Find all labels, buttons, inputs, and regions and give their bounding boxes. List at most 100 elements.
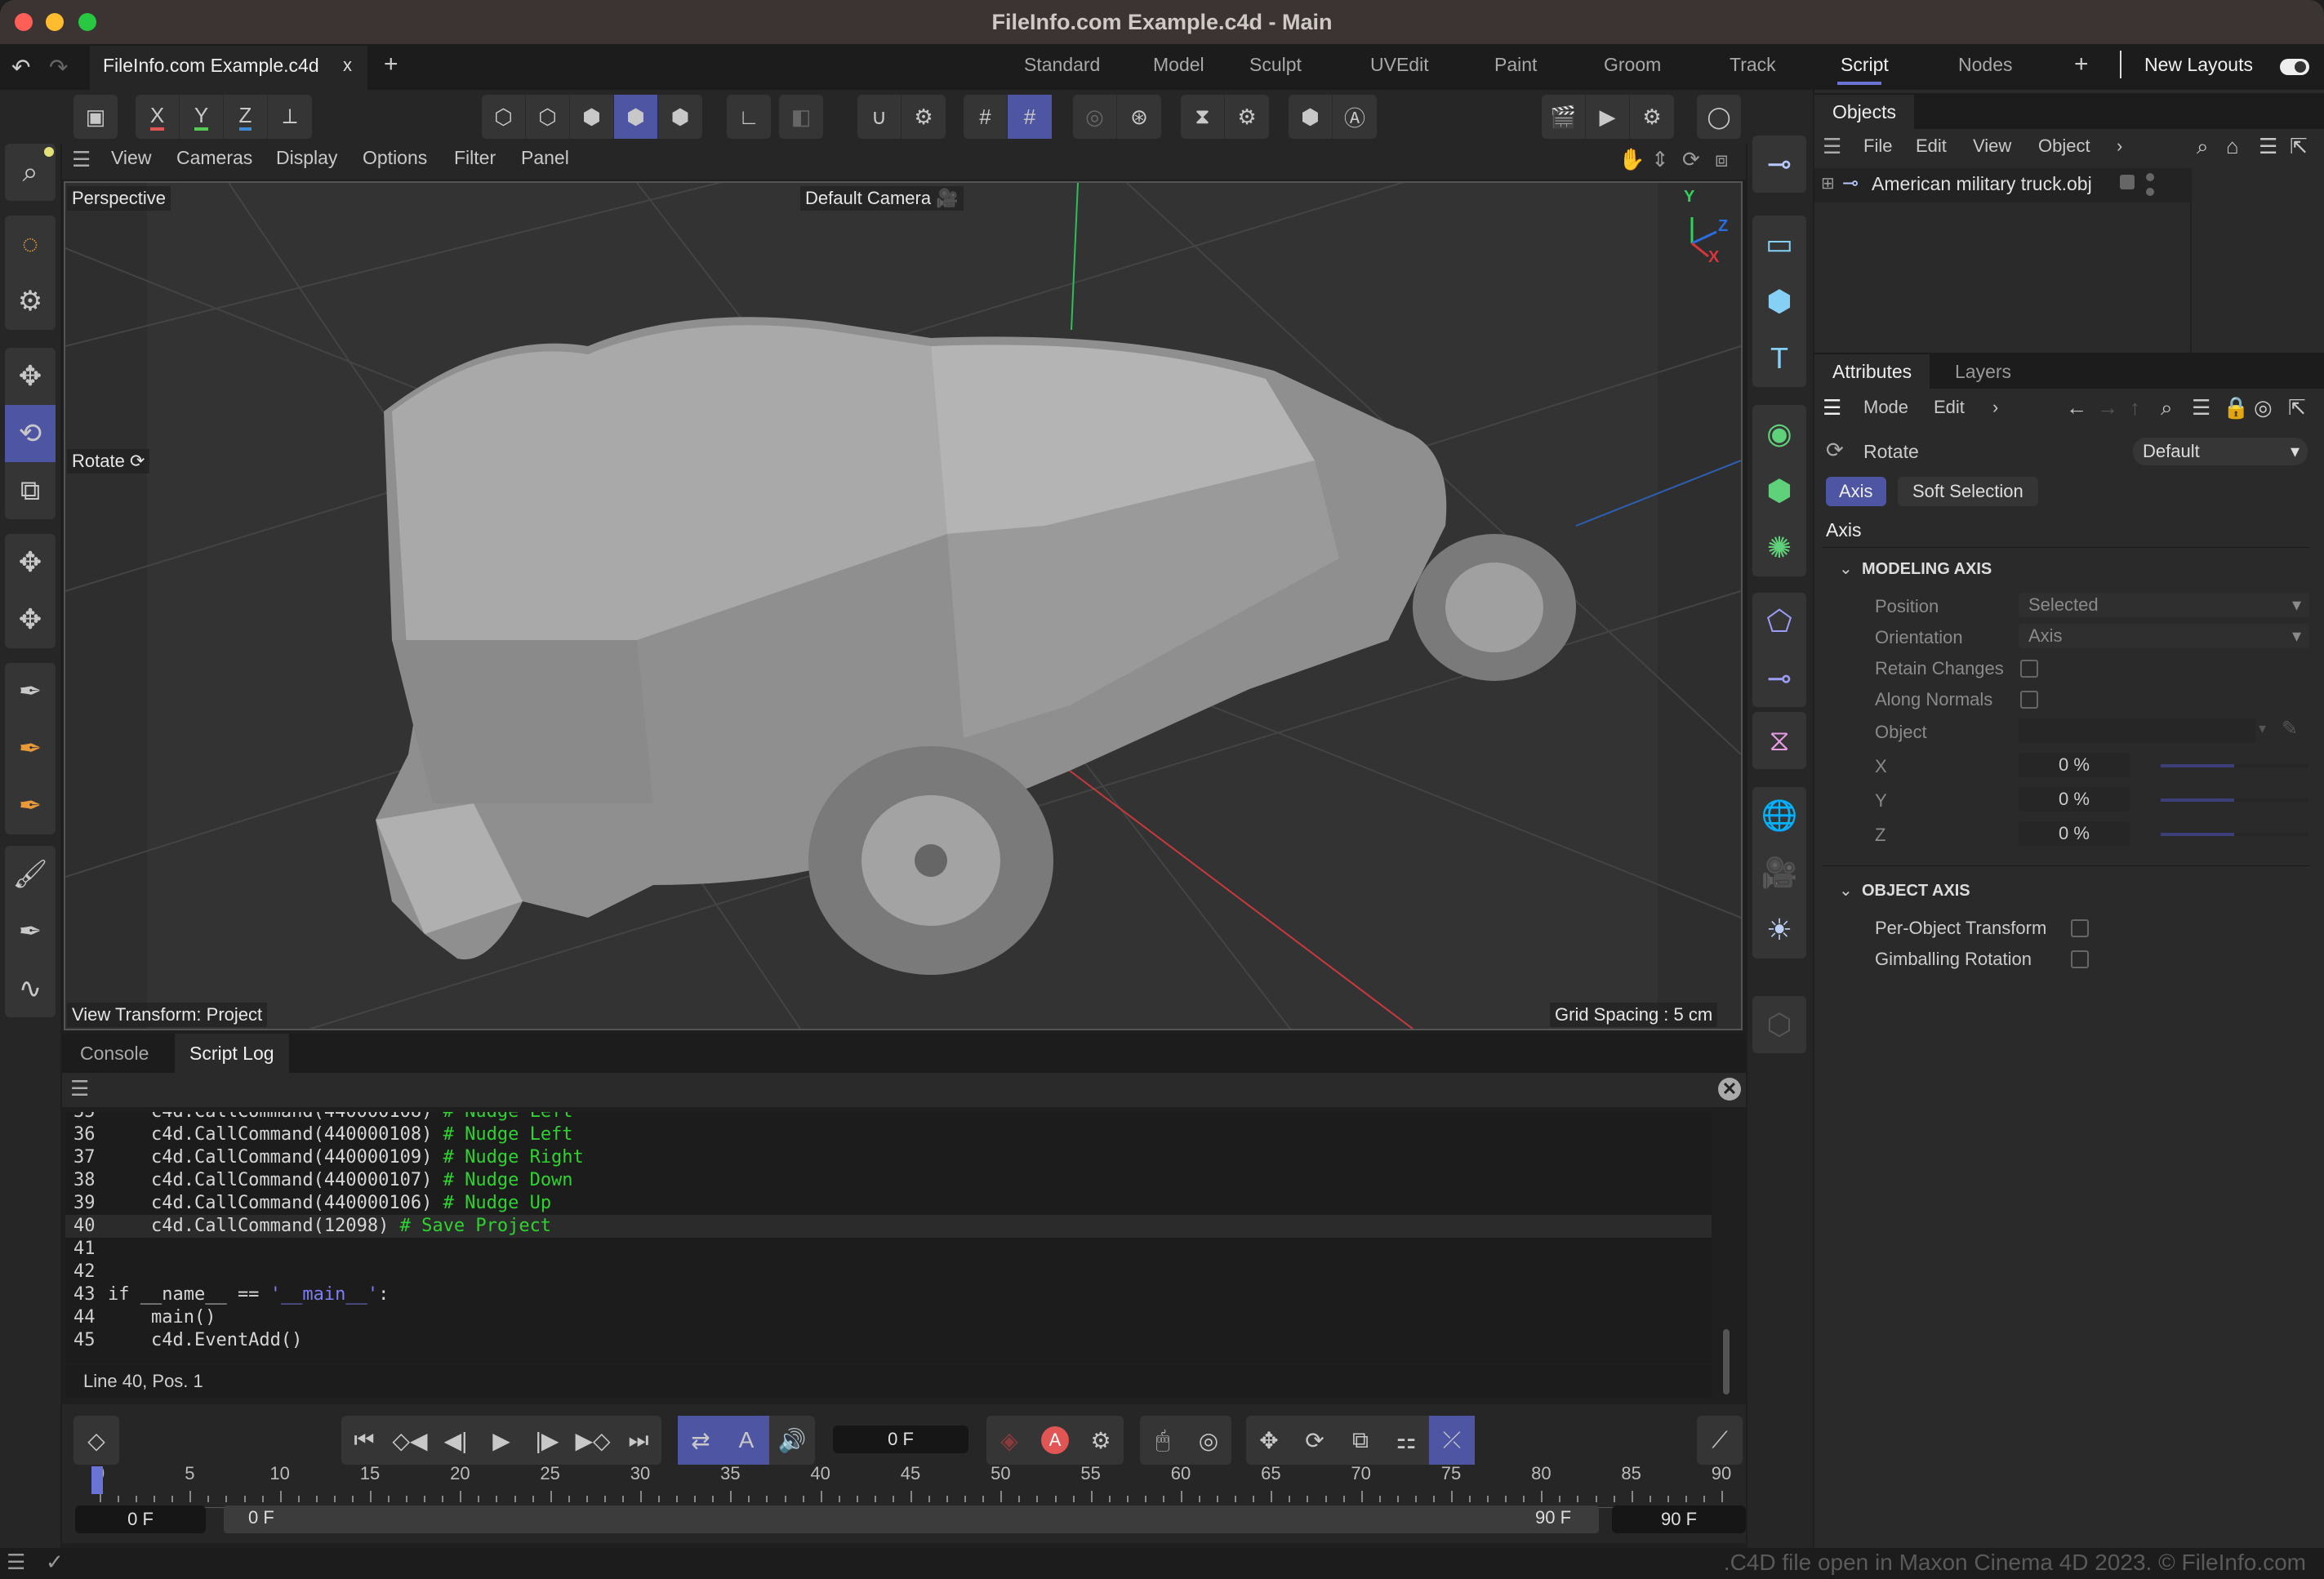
sky-icon[interactable]: 🌐 (1752, 787, 1806, 844)
layout-tab-script[interactable]: Script (1841, 54, 1889, 76)
console-menu-icon[interactable]: ☰ (70, 1076, 89, 1101)
tweak-settings-icon[interactable]: ⊛ (1117, 95, 1161, 139)
spline-rect-icon[interactable]: ✒ (5, 720, 56, 777)
objects-popout-icon[interactable]: ⇱ (2290, 134, 2308, 159)
pan-icon[interactable]: ✋ (1618, 147, 1645, 172)
start-frame-field[interactable]: 0 F (75, 1506, 206, 1533)
layout-tab-paint[interactable]: Paint (1494, 54, 1537, 76)
attributes-menu-edit[interactable]: Edit (1934, 397, 1965, 418)
sketch-icon[interactable]: ∿ (5, 960, 56, 1017)
subtab-soft-selection[interactable]: Soft Selection (1898, 477, 2038, 506)
add-layout-icon[interactable]: + (2074, 51, 2089, 78)
x-value-field[interactable]: 0 % (2019, 753, 2130, 777)
code-line[interactable]: 44 main() (65, 1306, 1712, 1329)
camera-label[interactable]: Default Camera 🎥 (800, 186, 964, 211)
polygons-mode-icon[interactable]: ⬢ (570, 95, 614, 139)
dolly-icon[interactable]: ⇕ (1651, 147, 1669, 172)
bend-deformer-icon[interactable]: ⬠ (1752, 593, 1806, 650)
status-check-icon[interactable]: ✓ (46, 1550, 64, 1575)
code-line[interactable]: 35 c4d.CallCommand(440000108) # Nudge Le… (65, 1112, 1712, 1123)
undo-icon[interactable]: ↶ (11, 54, 30, 81)
code-scrollbar[interactable] (1723, 1329, 1730, 1394)
code-line[interactable]: 40 c4d.CallCommand(12098) # Save Project (65, 1215, 1712, 1238)
points-mode-icon[interactable]: ⬡ (482, 95, 526, 139)
new-layouts-toggle[interactable] (2280, 59, 2309, 75)
redshift-icon[interactable]: ◯ (1697, 95, 1741, 139)
cube-icon[interactable]: ⬢ (1752, 273, 1806, 330)
objects-menu-file[interactable]: File (1863, 136, 1892, 157)
expand-icon[interactable]: ⊞ (1821, 173, 1835, 193)
move-icon[interactable]: ✥ (5, 348, 56, 405)
along-normals-checkbox[interactable] (2020, 691, 2038, 709)
render-settings-icon[interactable]: ⚙ (1630, 95, 1674, 139)
y-slider[interactable] (2161, 798, 2308, 802)
code-line[interactable]: 41 (65, 1238, 1712, 1261)
retain-changes-checkbox[interactable] (2020, 660, 2038, 678)
key-rotation-icon[interactable]: ◎ (1186, 1416, 1231, 1465)
next-key-icon[interactable]: ▶◇ (570, 1416, 616, 1465)
scene-light-icon[interactable]: ☀ (1752, 901, 1806, 959)
menu-panel[interactable]: Panel (521, 147, 569, 169)
y-value-field[interactable]: 0 % (2019, 787, 2130, 812)
code-line[interactable]: 42 (65, 1261, 1712, 1283)
attributes-filter-icon[interactable]: ☰ (2192, 395, 2210, 420)
line-pen-icon[interactable]: ✒ (5, 903, 56, 960)
tab-attributes[interactable]: Attributes (1814, 354, 1930, 389)
forward-arrow-icon[interactable]: → (2097, 395, 2118, 420)
target-icon[interactable]: ◎ (2254, 395, 2273, 420)
gimballing-rotation-checkbox[interactable] (2071, 950, 2089, 968)
workplane-icon[interactable]: # (964, 95, 1008, 139)
hamburger-icon[interactable]: ☰ (72, 147, 91, 172)
key-position-icon[interactable]: ✥ (1246, 1416, 1292, 1465)
brush-icon[interactable]: 🖌 (5, 846, 56, 903)
loop-icon[interactable]: ⇄ (678, 1416, 723, 1465)
field-icon[interactable]: ⧖ (1752, 712, 1806, 769)
selection-settings-icon[interactable]: ⚙ (5, 273, 56, 330)
playhead[interactable] (91, 1466, 103, 1494)
collapse-object-axis-icon[interactable]: ⌄ (1839, 880, 1853, 901)
orientation-dropdown[interactable]: Axis ▾ (2019, 624, 2309, 648)
redo-icon[interactable]: ↷ (49, 54, 68, 81)
viewport-solo-icon[interactable]: ⬢ (1289, 95, 1333, 139)
snap-magnet-icon[interactable]: ∪ (857, 95, 902, 139)
modeling-axis-title[interactable]: MODELING AXIS (1862, 560, 1992, 579)
objects-menu-more-icon[interactable]: › (2117, 136, 2122, 157)
new-tab-icon[interactable]: + (384, 51, 398, 78)
next-frame-icon[interactable]: |▶ (524, 1416, 570, 1465)
layout-tab-track[interactable]: Track (1730, 54, 1776, 76)
snap-settings-icon[interactable]: ⚙ (902, 95, 946, 139)
move-objects-icon[interactable]: ✥ (5, 591, 56, 648)
script-log-editor[interactable]: 35 c4d.CallCommand(440000108) # Nudge Le… (65, 1112, 1712, 1363)
tab-console[interactable]: Console (65, 1034, 163, 1073)
go-to-end-icon[interactable]: ⏭ (616, 1416, 661, 1465)
lock-x-button[interactable]: X (136, 95, 180, 139)
coordinate-system-icon[interactable]: ⟂ (268, 95, 312, 139)
edges-mode-icon[interactable]: ⬡ (526, 95, 570, 139)
view-name-label[interactable]: Perspective (67, 186, 171, 211)
lock-z-button[interactable]: Z (224, 95, 268, 139)
key-pla-icon[interactable]: ⤫ (1429, 1416, 1475, 1465)
layout-tab-groom[interactable]: Groom (1604, 54, 1661, 76)
locked-workplane-icon[interactable]: # (1008, 95, 1052, 139)
go-to-start-icon[interactable]: ⏮ (341, 1416, 387, 1465)
deformer-axis-icon[interactable]: ⊸ (1752, 650, 1806, 707)
lock-icon[interactable]: 🔒 (2223, 395, 2249, 420)
scale-icon[interactable]: ⧉ (5, 462, 56, 519)
status-menu-icon[interactable]: ☰ (7, 1550, 25, 1575)
attributes-menu-more-icon[interactable]: › (1992, 397, 1998, 418)
objects-search-icon[interactable]: ⌕ (2197, 134, 2209, 160)
chevron-down-icon[interactable]: ▾ (2259, 720, 2266, 737)
menu-options[interactable]: Options (363, 147, 427, 169)
spline-pen-icon[interactable]: ✒ (5, 663, 56, 720)
solo-icon[interactable]: ◧ (779, 95, 823, 139)
render-picture-viewer-icon[interactable]: ▶ (1586, 95, 1630, 139)
previous-key-icon[interactable]: ◇◀ (387, 1416, 433, 1465)
previous-frame-icon[interactable]: ◀| (433, 1416, 479, 1465)
code-line[interactable]: 36 c4d.CallCommand(440000108) # Nudge Le… (65, 1123, 1712, 1146)
attributes-menu-icon[interactable]: ☰ (1823, 395, 1841, 420)
code-line[interactable]: 38 c4d.CallCommand(440000107) # Nudge Do… (65, 1169, 1712, 1192)
orbit-icon[interactable]: ⟳ (1682, 147, 1700, 172)
end-frame-field[interactable]: 90 F (1612, 1506, 1746, 1533)
code-line[interactable]: 39 c4d.CallCommand(440000106) # Nudge Up (65, 1192, 1712, 1215)
move-selected-icon[interactable]: ✥ (5, 534, 56, 591)
